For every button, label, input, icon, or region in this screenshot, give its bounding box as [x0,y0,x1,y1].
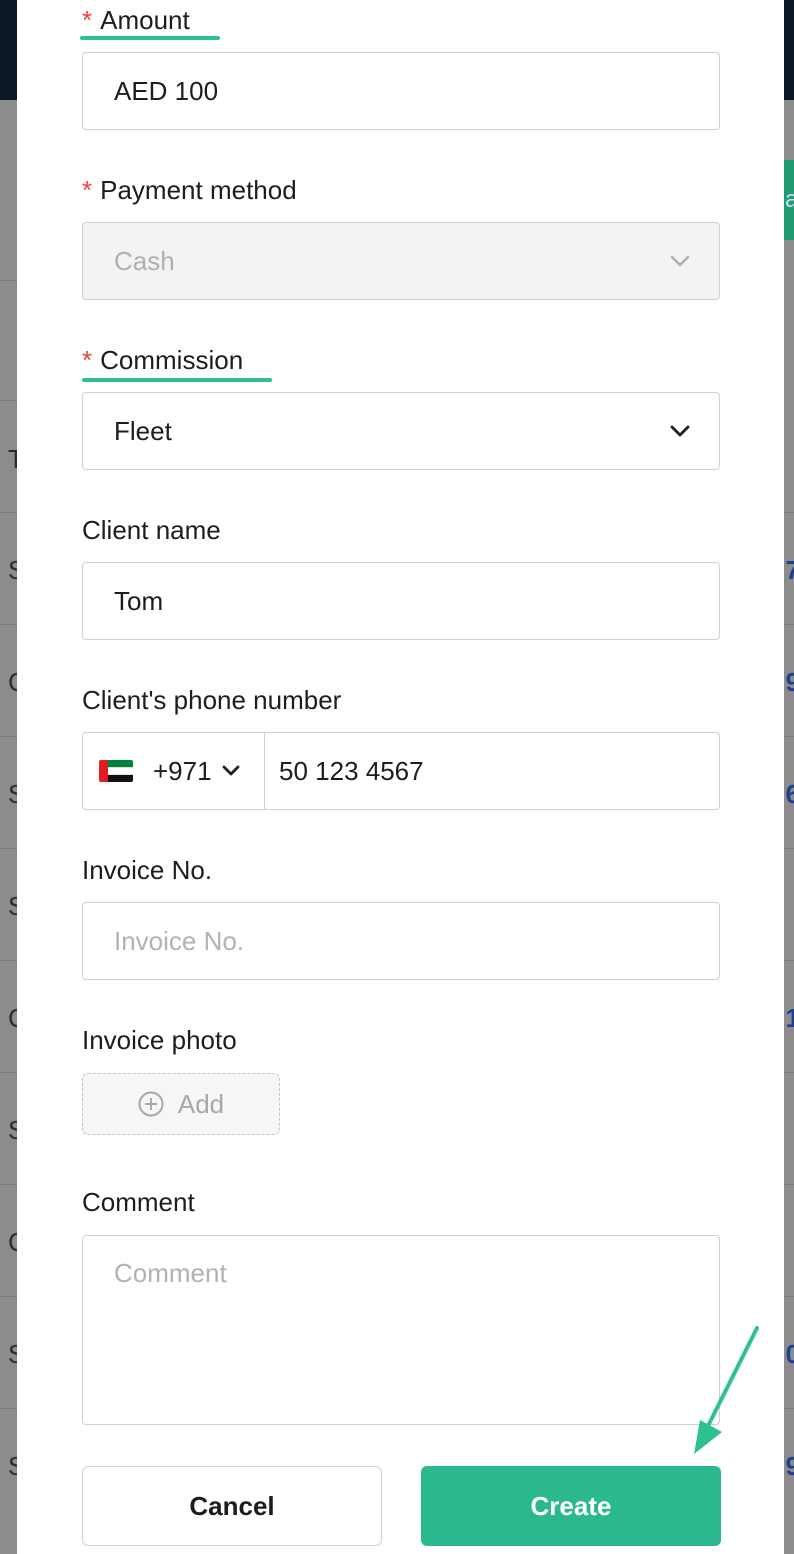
commission-select[interactable]: Fleet [82,392,720,470]
plus-circle-icon [138,1091,164,1117]
commission-highlight-underline [82,378,272,382]
chevron-down-icon [670,255,690,267]
amount-label: * Amount [82,5,190,35]
client-phone-label: Client's phone number [82,685,342,715]
country-code-value: +971 [153,755,212,786]
cancel-button[interactable]: Cancel [82,1466,382,1546]
comment-label: Comment [82,1187,195,1217]
payment-method-label: * Payment method [82,175,297,205]
invoice-no-input[interactable]: Invoice No. [82,902,720,980]
client-phone-field: +971 50 123 4567 [82,732,720,810]
uae-flag-icon [99,760,133,782]
country-code-select[interactable]: +971 [83,733,265,809]
annotation-arrow-icon [694,1326,759,1454]
comment-textarea[interactable]: Comment [82,1235,720,1425]
add-invoice-photo-button[interactable]: Add [82,1073,280,1135]
chevron-down-icon [222,765,239,776]
invoice-photo-label: Invoice photo [82,1025,237,1055]
create-button[interactable]: Create [421,1466,721,1546]
client-name-input[interactable]: Tom [82,562,720,640]
client-name-label: Client name [82,515,221,545]
invoice-no-label: Invoice No. [82,855,213,885]
amount-highlight-underline [80,36,220,40]
commission-label: * Commission [82,345,244,375]
add-label: Add [177,1088,225,1119]
payment-method-select: Cash [82,222,720,300]
amount-input[interactable]: AED 100 [82,52,720,130]
chevron-down-icon [670,425,690,437]
phone-number-input[interactable]: 50 123 4567 [279,733,424,809]
